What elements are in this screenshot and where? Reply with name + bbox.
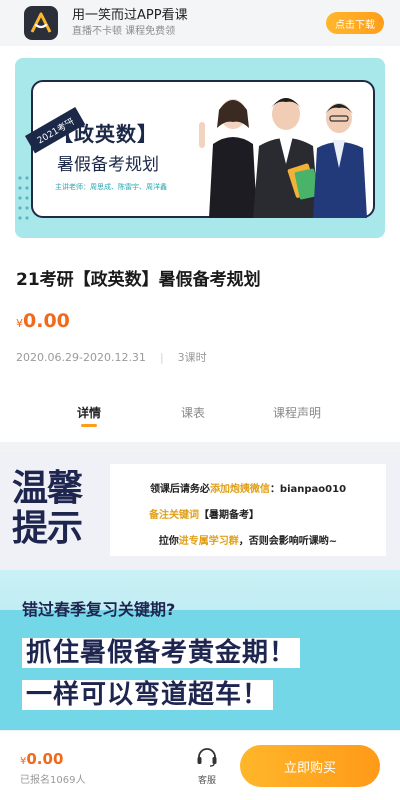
tips-line-1-highlight: 添加炮姨微信 xyxy=(209,484,270,495)
section-divider xyxy=(0,442,400,452)
promo-strip xyxy=(0,610,400,730)
bottom-price-value: 0.00 xyxy=(26,750,64,768)
app-download-banner[interactable]: 用一笑而过APP看课 直播不卡顿 课程免费领 点击下载 xyxy=(0,0,400,46)
course-price: ¥0.00 xyxy=(16,310,70,332)
tab-schedule[interactable]: 课表 xyxy=(181,404,205,421)
course-meta: 2020.06.29-2020.12.31 | 3课时 xyxy=(16,349,207,365)
promo-line-1-text: 抓住暑假备考黄金期！ xyxy=(22,638,301,668)
tips-line-1: 领课后请务必添加炮姨微信：bianpao010 xyxy=(110,480,386,495)
buy-now-button[interactable]: 立即购买 xyxy=(240,745,380,787)
promo-line-2: 一样可以弯道超车！ xyxy=(22,674,274,711)
active-tab-indicator xyxy=(81,424,97,427)
tips-line-3: 拉你进专属学习群，否则会影响听课哟~ xyxy=(110,532,386,547)
promo-line-2-text: 一样可以弯道超车！ xyxy=(22,680,274,710)
app-banner-title: 用一笑而过APP看课 xyxy=(72,8,188,23)
tips-line-3-highlight: 进专属学习群 xyxy=(178,536,239,547)
cover-dots-icon xyxy=(18,176,29,220)
app-banner-subtitle: 直播不卡顿 课程免费领 xyxy=(72,26,176,37)
promo-line-1: 抓住暑假备考黄金期！ xyxy=(22,632,301,669)
cover-teachers: 主讲老师：周思成、陈雷宇、周洋鑫 xyxy=(55,183,167,191)
course-tabs: 详情 课表 课程声明 xyxy=(0,392,400,432)
tips-line-2-b: 【暑期备考】 xyxy=(199,510,259,521)
tab-details[interactable]: 详情 xyxy=(77,404,101,421)
warm-tips-section: 温馨 提示 领课后请务必添加炮姨微信：bianpao010 备注关键词【暑期备考… xyxy=(0,452,400,570)
customer-service-button[interactable]: 客服 xyxy=(192,747,222,786)
course-title: 21考研【政英数】暑假备考规划 xyxy=(16,270,261,290)
bottom-price: ¥0.00 xyxy=(20,749,63,768)
download-button[interactable]: 点击下载 xyxy=(326,12,384,34)
cover-heading: 【政英数】 xyxy=(53,122,158,146)
promo-question: 错过春季复习关键期? xyxy=(22,600,176,619)
tips-line-3-a: 拉你 xyxy=(158,536,179,547)
price-value: 0.00 xyxy=(23,310,70,332)
warm-tips-heading-1: 温馨 xyxy=(12,467,83,509)
course-page: 用一笑而过APP看课 直播不卡顿 课程免费领 点击下载 2021考研 【政英数】… xyxy=(0,0,400,800)
course-date-range: 2020.06.29-2020.12.31 xyxy=(16,350,146,364)
tab-course-statement[interactable]: 课程声明 xyxy=(273,404,321,421)
course-cover-image: 2021考研 【政英数】 暑假备考规划 主讲老师：周思成、陈雷宇、周洋鑫 xyxy=(15,58,385,238)
app-logo-icon xyxy=(30,12,52,33)
course-lessons: 3课时 xyxy=(177,351,207,364)
bottom-action-bar: ¥0.00 已报名1069人 客服 立即购买 xyxy=(0,730,400,800)
warm-tips-box: 领课后请务必添加炮姨微信：bianpao010 备注关键词【暑期备考】 拉你进专… xyxy=(110,464,386,556)
tips-line-2-highlight: 备注关键词 xyxy=(149,510,199,521)
customer-service-label: 客服 xyxy=(197,776,216,786)
tips-line-3-c: ，否则会影响听课哟~ xyxy=(238,536,338,547)
enrolled-count: 已报名1069人 xyxy=(20,775,86,786)
headset-icon xyxy=(197,748,217,767)
meta-separator: | xyxy=(159,350,164,364)
app-logo xyxy=(24,6,58,40)
cover-subheading: 暑假备考规划 xyxy=(57,155,159,175)
tips-line-1-a: 领课后请务必 xyxy=(149,484,210,495)
tips-line-1-c: ：bianpao010 xyxy=(269,484,347,495)
tips-line-2: 备注关键词【暑期备考】 xyxy=(66,506,342,521)
promo-banner: 错过春季复习关键期? 抓住暑假备考黄金期！ 一样可以弯道超车！ xyxy=(0,570,400,730)
price-currency: ¥ xyxy=(16,317,23,330)
teachers-photo-icon xyxy=(199,98,367,218)
